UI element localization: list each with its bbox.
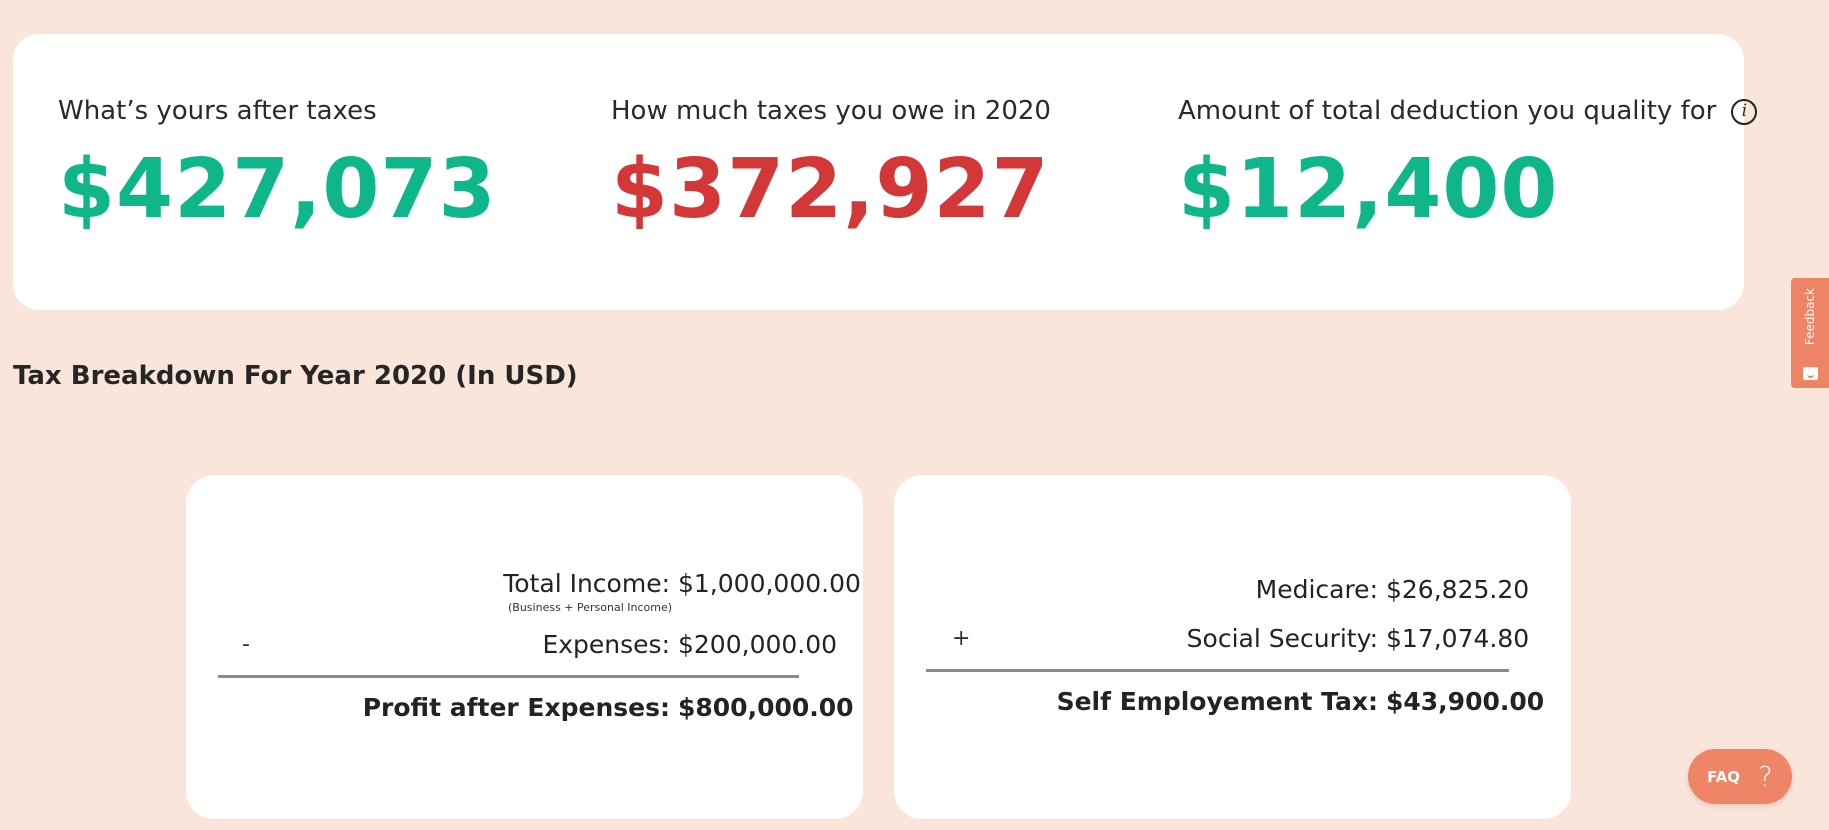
deduction-label-row: Amount of total deduction you quality fo… (1178, 96, 1758, 127)
social-security-row: Social Security: (894, 624, 1378, 654)
se-tax-total-label: Self Employement Tax: (1056, 687, 1378, 716)
summary-card: What’s yours after taxes $427,073 How mu… (13, 34, 1758, 310)
expenses-value: $200,000.00 (678, 630, 838, 659)
deduction-label: Amount of total deduction you quality fo… (1178, 96, 1717, 126)
income-breakdown-card: Total Income: $1,000,000.00 (Business + … (186, 475, 863, 819)
total-income-row: Total Income: (186, 569, 670, 599)
se-tax-divider (926, 669, 1509, 672)
question-mark-icon: ? (1758, 760, 1773, 793)
medicare-row: Medicare: (894, 575, 1378, 605)
section-title: Tax Breakdown For Year 2020 (In USD) (13, 361, 578, 391)
feedback-label: Feedback (1803, 288, 1817, 346)
expenses-row: Expenses: (186, 630, 670, 660)
social-security-value: $17,074.80 (1386, 624, 1530, 653)
deduction-stat: Amount of total deduction you quality fo… (1178, 96, 1758, 238)
profit-row: Profit after Expenses: (186, 693, 670, 723)
total-income-note: (Business + Personal Income) (508, 601, 673, 614)
after-taxes-label: What’s yours after taxes (58, 96, 377, 126)
income-divider (218, 675, 799, 678)
se-tax-total-value: $43,900.00 (1386, 687, 1545, 716)
taxes-owed-value: $372,927 (611, 142, 1050, 238)
faq-label: FAQ (1707, 767, 1740, 786)
info-icon[interactable]: i (1731, 98, 1758, 125)
profit-value: $800,000.00 (678, 693, 854, 722)
after-taxes-value: $427,073 (58, 142, 497, 238)
deduction-value: $12,400 (1178, 142, 1559, 238)
feedback-tab[interactable]: Feedback (1791, 278, 1829, 388)
taxes-owed-label: How much taxes you owe in 2020 (611, 96, 1051, 126)
se-tax-total-row: Self Employement Tax: (894, 687, 1378, 717)
medicare-value: $26,825.20 (1386, 575, 1530, 604)
after-taxes-stat: What’s yours after taxes $427,073 (58, 96, 497, 231)
faq-button[interactable]: FAQ ? (1688, 749, 1792, 804)
taxes-owed-stat: How much taxes you owe in 2020 $372,927 (611, 96, 1051, 231)
self-employment-tax-card: Medicare: $26,825.20 + Social Security: … (894, 475, 1571, 819)
medicare-label: Medicare: (1255, 575, 1378, 604)
total-income-value: $1,000,000.00 (678, 569, 861, 598)
smile-icon (1802, 367, 1818, 380)
profit-label: Profit after Expenses: (362, 693, 670, 722)
expenses-label: Expenses: (542, 630, 670, 659)
social-security-label: Social Security: (1186, 624, 1378, 653)
total-income-label: Total Income: (503, 569, 670, 598)
